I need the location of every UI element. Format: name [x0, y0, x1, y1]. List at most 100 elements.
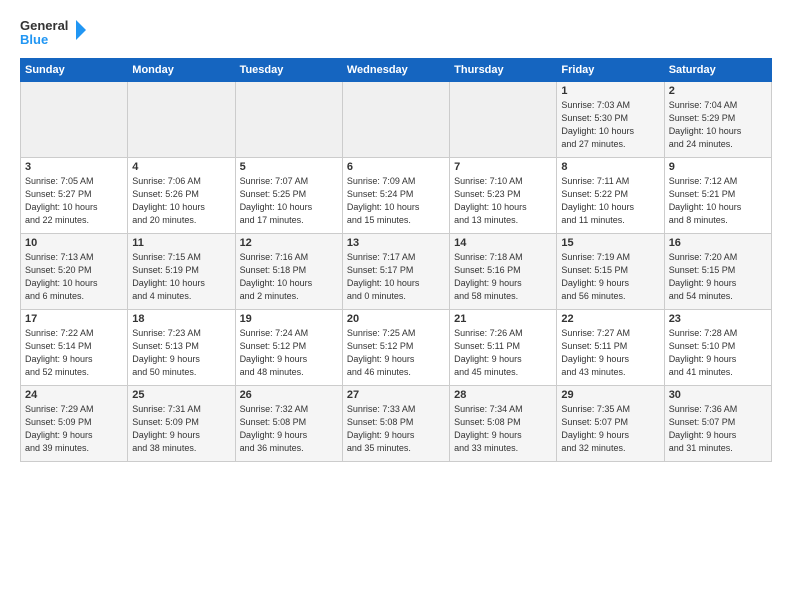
day-info: Sunrise: 7:29 AM Sunset: 5:09 PM Dayligh…: [25, 403, 123, 455]
day-cell: 1 Sunrise: 7:03 AM Sunset: 5:30 PM Daylig…: [557, 82, 664, 158]
day-cell: 21 Sunrise: 7:26 AM Sunset: 5:11 PM Dayli…: [450, 310, 557, 386]
day-number: 10: [25, 237, 123, 249]
day-info: Sunrise: 7:10 AM Sunset: 5:23 PM Dayligh…: [454, 175, 552, 227]
calendar-table: SundayMondayTuesdayWednesdayThursdayFrid…: [20, 58, 772, 462]
day-number: 1: [561, 85, 659, 97]
day-number: 21: [454, 313, 552, 325]
day-info: Sunrise: 7:31 AM Sunset: 5:09 PM Dayligh…: [132, 403, 230, 455]
day-cell: 22 Sunrise: 7:27 AM Sunset: 5:11 PM Dayli…: [557, 310, 664, 386]
day-number: 3: [25, 161, 123, 173]
day-info: Sunrise: 7:32 AM Sunset: 5:08 PM Dayligh…: [240, 403, 338, 455]
day-number: 27: [347, 389, 445, 401]
page-header: General Blue: [20, 16, 772, 48]
week-row-4: 17 Sunrise: 7:22 AM Sunset: 5:14 PM Dayli…: [21, 310, 772, 386]
day-cell: 11 Sunrise: 7:15 AM Sunset: 5:19 PM Dayli…: [128, 234, 235, 310]
day-cell: 2 Sunrise: 7:04 AM Sunset: 5:29 PM Daylig…: [664, 82, 771, 158]
day-info: Sunrise: 7:36 AM Sunset: 5:07 PM Dayligh…: [669, 403, 767, 455]
day-number: 26: [240, 389, 338, 401]
day-cell: 18Sunrise: 7:23 AM Sunset: 5:13 PM Dayli…: [128, 310, 235, 386]
header-saturday: Saturday: [664, 59, 771, 82]
logo-svg: General Blue: [20, 16, 90, 48]
day-cell: 29 Sunrise: 7:35 AM Sunset: 5:07 PM Dayli…: [557, 386, 664, 462]
day-number: 24: [25, 389, 123, 401]
calendar-header-row: SundayMondayTuesdayWednesdayThursdayFrid…: [21, 59, 772, 82]
day-cell: 23Sunrise: 7:28 AM Sunset: 5:10 PM Dayli…: [664, 310, 771, 386]
day-cell: 24 Sunrise: 7:29 AM Sunset: 5:09 PM Dayli…: [21, 386, 128, 462]
day-number: 8: [561, 161, 659, 173]
day-number: 22: [561, 313, 659, 325]
day-cell: [450, 82, 557, 158]
day-cell: 14 Sunrise: 7:18 AM Sunset: 5:16 PM Dayli…: [450, 234, 557, 310]
day-cell: 16 Sunrise: 7:20 AM Sunset: 5:15 PM Dayli…: [664, 234, 771, 310]
day-cell: 26 Sunrise: 7:32 AM Sunset: 5:08 PM Dayli…: [235, 386, 342, 462]
day-info: Sunrise: 7:13 AM Sunset: 5:20 PM Dayligh…: [25, 251, 123, 303]
week-row-1: 1 Sunrise: 7:03 AM Sunset: 5:30 PM Daylig…: [21, 82, 772, 158]
day-number: 4: [132, 161, 230, 173]
day-number: 2: [669, 85, 767, 97]
day-info: Sunrise: 7:34 AM Sunset: 5:08 PM Dayligh…: [454, 403, 552, 455]
day-cell: 9Sunrise: 7:12 AM Sunset: 5:21 PM Daylig…: [664, 158, 771, 234]
day-number: 23: [669, 313, 767, 325]
header-friday: Friday: [557, 59, 664, 82]
day-cell: 28 Sunrise: 7:34 AM Sunset: 5:08 PM Dayli…: [450, 386, 557, 462]
day-info: Sunrise: 7:04 AM Sunset: 5:29 PM Dayligh…: [669, 99, 767, 151]
day-cell: 25 Sunrise: 7:31 AM Sunset: 5:09 PM Dayli…: [128, 386, 235, 462]
svg-text:General: General: [20, 18, 68, 33]
week-row-3: 10 Sunrise: 7:13 AM Sunset: 5:20 PM Dayli…: [21, 234, 772, 310]
day-info: Sunrise: 7:05 AM Sunset: 5:27 PM Dayligh…: [25, 175, 123, 227]
day-number: 25: [132, 389, 230, 401]
header-tuesday: Tuesday: [235, 59, 342, 82]
day-cell: [128, 82, 235, 158]
day-cell: 30Sunrise: 7:36 AM Sunset: 5:07 PM Dayli…: [664, 386, 771, 462]
week-row-2: 3 Sunrise: 7:05 AM Sunset: 5:27 PM Daylig…: [21, 158, 772, 234]
day-number: 13: [347, 237, 445, 249]
day-info: Sunrise: 7:33 AM Sunset: 5:08 PM Dayligh…: [347, 403, 445, 455]
day-number: 17: [25, 313, 123, 325]
day-info: Sunrise: 7:06 AM Sunset: 5:26 PM Dayligh…: [132, 175, 230, 227]
day-cell: 10 Sunrise: 7:13 AM Sunset: 5:20 PM Dayli…: [21, 234, 128, 310]
day-cell: [21, 82, 128, 158]
day-info: Sunrise: 7:09 AM Sunset: 5:24 PM Dayligh…: [347, 175, 445, 227]
day-number: 28: [454, 389, 552, 401]
day-info: Sunrise: 7:25 AM Sunset: 5:12 PM Dayligh…: [347, 327, 445, 379]
day-cell: 4 Sunrise: 7:06 AM Sunset: 5:26 PM Daylig…: [128, 158, 235, 234]
day-info: Sunrise: 7:26 AM Sunset: 5:11 PM Dayligh…: [454, 327, 552, 379]
day-info: Sunrise: 7:15 AM Sunset: 5:19 PM Dayligh…: [132, 251, 230, 303]
day-cell: 12Sunrise: 7:16 AM Sunset: 5:18 PM Dayli…: [235, 234, 342, 310]
day-number: 5: [240, 161, 338, 173]
day-number: 15: [561, 237, 659, 249]
day-cell: [342, 82, 449, 158]
day-cell: 3 Sunrise: 7:05 AM Sunset: 5:27 PM Daylig…: [21, 158, 128, 234]
week-row-5: 24 Sunrise: 7:29 AM Sunset: 5:09 PM Dayli…: [21, 386, 772, 462]
day-info: Sunrise: 7:27 AM Sunset: 5:11 PM Dayligh…: [561, 327, 659, 379]
day-cell: 6Sunrise: 7:09 AM Sunset: 5:24 PM Daylig…: [342, 158, 449, 234]
day-info: Sunrise: 7:20 AM Sunset: 5:15 PM Dayligh…: [669, 251, 767, 303]
day-number: 19: [240, 313, 338, 325]
day-info: Sunrise: 7:35 AM Sunset: 5:07 PM Dayligh…: [561, 403, 659, 455]
header-sunday: Sunday: [21, 59, 128, 82]
day-info: Sunrise: 7:03 AM Sunset: 5:30 PM Dayligh…: [561, 99, 659, 151]
logo: General Blue: [20, 16, 90, 48]
day-number: 29: [561, 389, 659, 401]
header-wednesday: Wednesday: [342, 59, 449, 82]
day-info: Sunrise: 7:17 AM Sunset: 5:17 PM Dayligh…: [347, 251, 445, 303]
day-number: 11: [132, 237, 230, 249]
day-number: 9: [669, 161, 767, 173]
day-cell: 17 Sunrise: 7:22 AM Sunset: 5:14 PM Dayli…: [21, 310, 128, 386]
svg-text:Blue: Blue: [20, 32, 48, 47]
day-number: 14: [454, 237, 552, 249]
header-monday: Monday: [128, 59, 235, 82]
day-cell: 19 Sunrise: 7:24 AM Sunset: 5:12 PM Dayli…: [235, 310, 342, 386]
day-number: 20: [347, 313, 445, 325]
day-cell: 5Sunrise: 7:07 AM Sunset: 5:25 PM Daylig…: [235, 158, 342, 234]
day-info: Sunrise: 7:22 AM Sunset: 5:14 PM Dayligh…: [25, 327, 123, 379]
day-number: 16: [669, 237, 767, 249]
day-cell: [235, 82, 342, 158]
day-info: Sunrise: 7:24 AM Sunset: 5:12 PM Dayligh…: [240, 327, 338, 379]
day-number: 7: [454, 161, 552, 173]
day-info: Sunrise: 7:23 AM Sunset: 5:13 PM Dayligh…: [132, 327, 230, 379]
day-number: 12: [240, 237, 338, 249]
day-info: Sunrise: 7:19 AM Sunset: 5:15 PM Dayligh…: [561, 251, 659, 303]
day-info: Sunrise: 7:18 AM Sunset: 5:16 PM Dayligh…: [454, 251, 552, 303]
day-cell: 27 Sunrise: 7:33 AM Sunset: 5:08 PM Dayli…: [342, 386, 449, 462]
